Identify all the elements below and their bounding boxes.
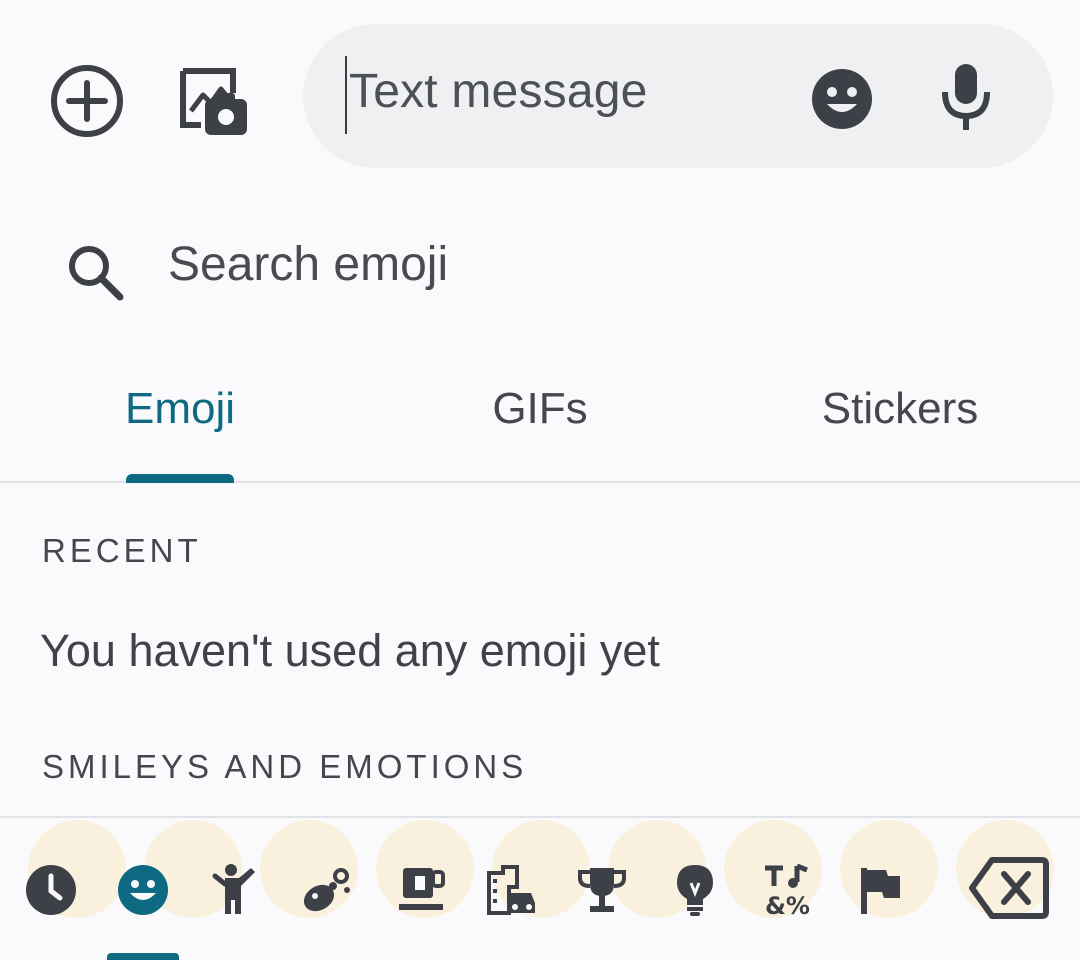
gallery-camera-icon	[180, 68, 247, 135]
lightbulb-icon	[677, 865, 713, 916]
smileys-heading: SMILEYS AND EMOTIONS	[42, 748, 528, 785]
smiley-icon	[118, 865, 168, 915]
flag-icon	[861, 868, 900, 914]
trophy-icon	[578, 868, 626, 912]
message-field[interactable]: Text message	[303, 24, 1053, 168]
backspace-button[interactable]	[966, 854, 1050, 924]
category-objects[interactable]	[663, 858, 727, 922]
symbols-icon: &%	[765, 863, 810, 918]
tab-emoji[interactable]: Emoji	[125, 384, 235, 434]
mic-icon	[942, 64, 990, 130]
svg-text:&%: &%	[765, 892, 810, 918]
category-recent[interactable]	[19, 858, 83, 922]
category-smileys[interactable]	[111, 858, 175, 922]
text-caret	[345, 56, 347, 134]
compose-bar: Text message	[0, 0, 1080, 190]
animal-icon	[303, 868, 350, 912]
tab-stickers[interactable]: Stickers	[822, 384, 978, 434]
person-icon	[212, 864, 255, 914]
tab-gifs[interactable]: GIFs	[492, 384, 587, 434]
add-circle-icon	[51, 65, 123, 137]
gallery-camera-button[interactable]	[170, 58, 256, 144]
category-symbols[interactable]: &%	[755, 858, 819, 922]
category-flags[interactable]	[848, 858, 912, 922]
travel-icon	[487, 865, 535, 915]
active-tab-indicator	[126, 474, 234, 483]
search-icon	[69, 246, 124, 301]
emoji-toggle-button[interactable]	[809, 66, 875, 132]
food-icon	[399, 868, 445, 910]
category-people[interactable]	[203, 858, 267, 922]
clock-icon	[26, 865, 76, 915]
recent-empty-message: You haven't used any emoji yet	[40, 625, 660, 676]
category-divider	[0, 816, 1080, 818]
emoji-icon	[812, 69, 872, 129]
emoji-tabs: Emoji GIFs Stickers	[0, 360, 1080, 483]
category-travel[interactable]	[478, 858, 542, 922]
emoji-category-bar: &%	[0, 840, 1080, 940]
backspace-icon	[969, 857, 1049, 919]
add-attachment-button[interactable]	[44, 58, 130, 144]
emoji-search[interactable]: Search emoji	[0, 215, 1080, 325]
active-category-indicator	[107, 953, 179, 960]
category-activities[interactable]	[570, 858, 634, 922]
category-food[interactable]	[389, 858, 453, 922]
message-input[interactable]: Text message	[349, 64, 648, 119]
recent-heading: RECENT	[42, 532, 202, 569]
voice-input-button[interactable]	[933, 58, 999, 134]
search-emoji-input[interactable]: Search emoji	[168, 237, 448, 292]
category-animals[interactable]	[295, 858, 359, 922]
